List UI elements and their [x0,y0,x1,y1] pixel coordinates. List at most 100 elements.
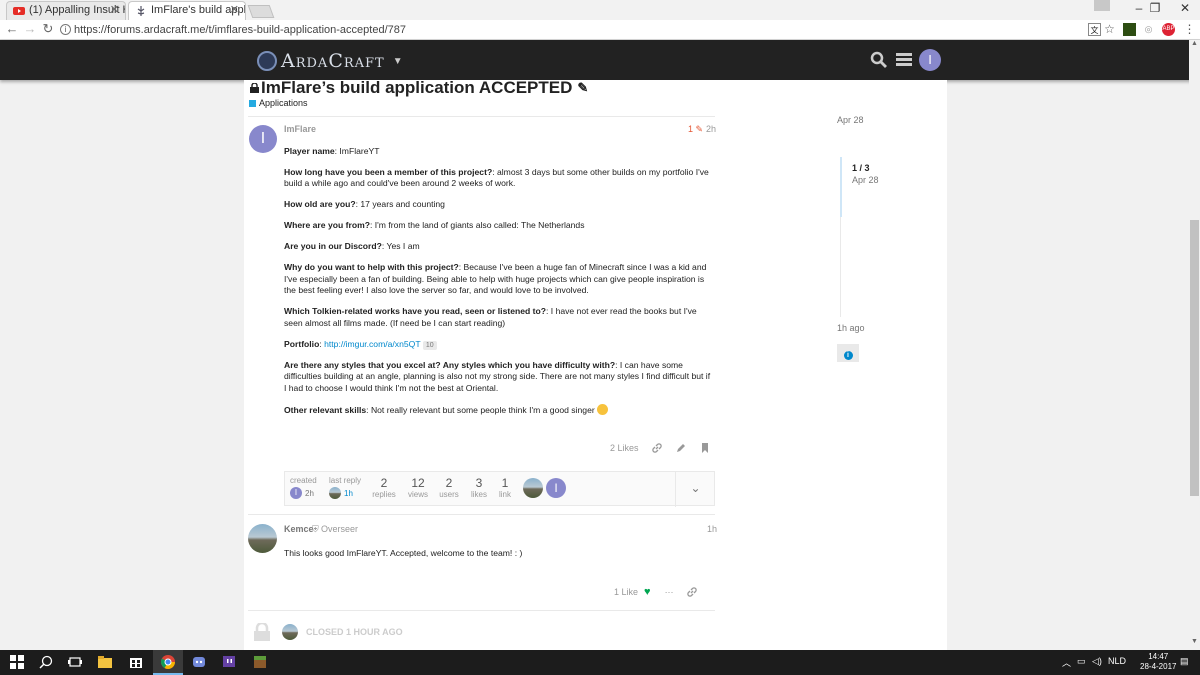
more-dots-icon[interactable]: ··· [665,587,674,597]
windows-start-icon[interactable] [9,654,25,670]
file-explorer-icon[interactable] [97,654,113,670]
topic-created: created I 2h [290,476,317,499]
system-clock[interactable]: 14:47 28-4-2017 [1140,652,1176,672]
participant-avatar[interactable] [523,478,543,498]
portfolio-link[interactable]: http://imgur.com/a/xn5QT [324,339,420,349]
link-icon[interactable] [651,442,663,454]
edit-history[interactable]: 1 ✎ [688,124,703,135]
user-avatar[interactable]: I [919,49,941,71]
profile-icon[interactable] [1094,0,1110,11]
hamburger-menu-icon[interactable] [896,53,912,67]
replies-count: 2 [380,476,388,490]
user-title: Overseer [321,524,359,534]
adblock-icon[interactable]: ABP [1162,23,1175,36]
reply-body: This looks good ImFlareYT. Accepted, wel… [284,548,523,558]
tab-active-topic[interactable]: ImFlare's build applicatio ✕ [128,1,246,20]
scrollbar-thumb[interactable] [1190,220,1199,496]
participant-avatar[interactable]: I [546,478,566,498]
pencil-icon: ✎ [695,124,704,134]
closed-notice: CLOSED 1 HOUR AGO [254,623,403,641]
divider [248,610,715,611]
close-icon[interactable]: ✕ [230,2,239,19]
search-icon[interactable] [870,51,888,69]
extension-icon[interactable]: ◎ [1142,23,1155,36]
menu-dots-icon[interactable]: ⋮ [1183,23,1196,36]
logo-text: ArdaCraft [281,50,385,72]
likes-count-button[interactable]: 1 Like [614,587,638,597]
tray-chevron-up-icon[interactable]: ︿ [1062,656,1071,669]
edit-count: 1 [688,124,694,134]
new-tab-button[interactable] [247,5,275,18]
link-icon[interactable] [686,586,698,598]
url-input[interactable]: i https://forums.ardacraft.me/t/imflares… [58,22,1098,38]
network-icon[interactable]: ▭ [1077,656,1086,667]
post-actions: 2 Likes [610,442,711,454]
link-click-count: 10 [422,340,437,350]
chevron-down-icon[interactable]: ▼ [393,56,403,67]
extension-icon[interactable] [1123,23,1136,36]
twitch-icon[interactable] [221,654,237,670]
lock-icon [254,623,270,641]
window-close-button[interactable]: ✕ [1170,0,1200,16]
notifications-icon[interactable]: ▤ [1180,656,1189,667]
translate-icon[interactable]: 文 [1088,23,1101,36]
timeline-track[interactable] [840,217,841,317]
info-icon[interactable]: i [60,24,71,35]
created-time: 2h [305,488,314,498]
volume-icon[interactable]: ◁) [1092,656,1102,667]
topic-last-reply: last reply 1h [329,476,361,499]
timeline-handle[interactable] [840,157,842,217]
field-label: Other relevant skills [284,404,367,415]
scroll-up-arrow-icon[interactable]: ▲ [1189,40,1200,52]
language-indicator[interactable]: NLD [1108,656,1126,666]
back-icon[interactable]: ← [4,21,20,36]
last-reply-time[interactable]: 1h [344,489,353,498]
post-time[interactable]: 2h [706,124,716,134]
topic-info-button[interactable]: i [837,344,859,362]
chrome-icon[interactable] [160,654,176,670]
views-count: 12 [411,476,425,490]
avatar[interactable] [282,624,298,640]
likes-count-button[interactable]: 2 Likes [610,443,639,453]
timeline-start-date[interactable]: Apr 28 [837,115,864,125]
field-label: How long have you been a member of this … [284,166,493,177]
expand-topic-map-button[interactable]: ⌄ [675,472,715,507]
field-label: How old are you? [284,199,356,210]
timeline-end-date[interactable]: 1h ago [837,323,865,333]
field-label: Which Tolkien-related works have you rea… [284,306,547,317]
pencil-icon[interactable]: ✎ [577,80,588,96]
scroll-down-arrow-icon[interactable]: ▼ [1189,638,1200,650]
reload-icon[interactable]: ↻ [40,21,56,37]
store-icon[interactable] [128,654,144,670]
windows-taskbar: ︿ ▭ ◁) NLD 14:47 28-4-2017 ▤ [0,650,1200,675]
stuck-out-tongue-emoji-icon [597,403,609,415]
post-author[interactable]: ImFlare [284,124,316,134]
avatar[interactable]: I [290,487,302,499]
browser-address-bar: ← → ↻ i https://forums.ardacraft.me/t/im… [0,20,1200,40]
pencil-icon[interactable] [675,442,687,454]
bookmark-icon[interactable] [699,442,711,454]
minecraft-icon[interactable] [252,654,268,670]
task-view-icon[interactable] [67,654,83,670]
post-field: Are there any styles that you excel at? … [284,360,714,395]
users-count: 2 [445,476,453,490]
avatar[interactable] [248,524,277,553]
maximize-button[interactable]: ❐ [1140,0,1170,16]
discord-icon[interactable] [191,654,207,670]
field-value: : ImFlareYT [334,146,380,156]
post-time[interactable]: 1h [707,524,717,534]
tab-youtube[interactable]: (1) Appalling Insult Horri ✕ [6,1,126,20]
close-icon[interactable]: ✕ [110,2,119,19]
avatar[interactable] [329,487,341,499]
search-icon[interactable] [38,654,54,670]
forward-icon[interactable]: → [22,21,38,36]
post-author[interactable]: Kemce [284,524,314,534]
avatar[interactable]: I [249,125,277,153]
divider [248,514,715,515]
star-icon[interactable]: ☆ [1103,23,1116,36]
category-badge[interactable]: Applications [249,98,308,108]
heart-icon[interactable]: ♥ [644,586,651,598]
site-logo[interactable]: ArdaCraft ▼ [257,50,403,72]
post-field: Other relevant skills: Not really releva… [284,403,714,417]
field-label: Why do you want to help with this projec… [284,262,459,273]
